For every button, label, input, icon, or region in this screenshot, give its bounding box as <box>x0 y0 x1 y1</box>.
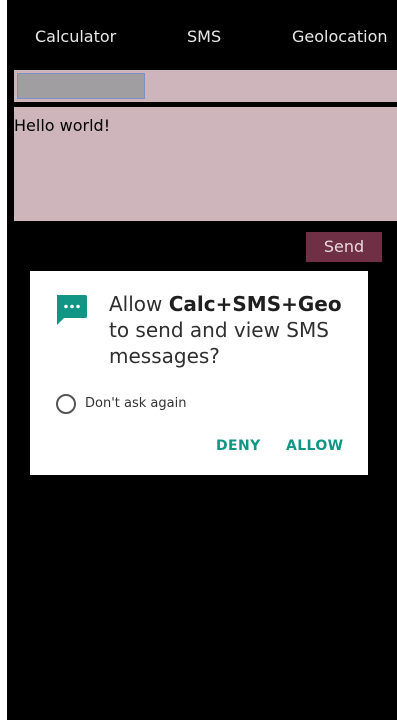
phone-number-row <box>14 70 397 102</box>
dont-ask-again-radio[interactable] <box>56 394 76 414</box>
dialog-title-suffix: to send and view SMS messages? <box>109 318 329 368</box>
message-text: Hello world! <box>14 116 111 135</box>
deny-button[interactable]: DENY <box>216 438 261 454</box>
allow-button[interactable]: ALLOW <box>286 438 344 454</box>
top-tab-bar: Calculator SMS Geolocation <box>7 0 397 62</box>
sms-permission-dialog: Allow Calc+SMS+Geo to send and view SMS … <box>30 271 368 475</box>
dialog-title-prefix: Allow <box>109 292 169 316</box>
dont-ask-again-label: Don't ask again <box>85 396 187 411</box>
tab-sms[interactable]: SMS <box>187 28 221 46</box>
dialog-title: Allow Calc+SMS+Geo to send and view SMS … <box>109 291 354 369</box>
tab-calculator[interactable]: Calculator <box>35 28 116 46</box>
dialog-app-name: Calc+SMS+Geo <box>168 292 342 316</box>
tab-geolocation[interactable]: Geolocation <box>292 28 388 46</box>
phone-number-input[interactable] <box>17 73 145 99</box>
sms-icon <box>54 293 88 327</box>
send-button[interactable]: Send <box>306 232 382 262</box>
